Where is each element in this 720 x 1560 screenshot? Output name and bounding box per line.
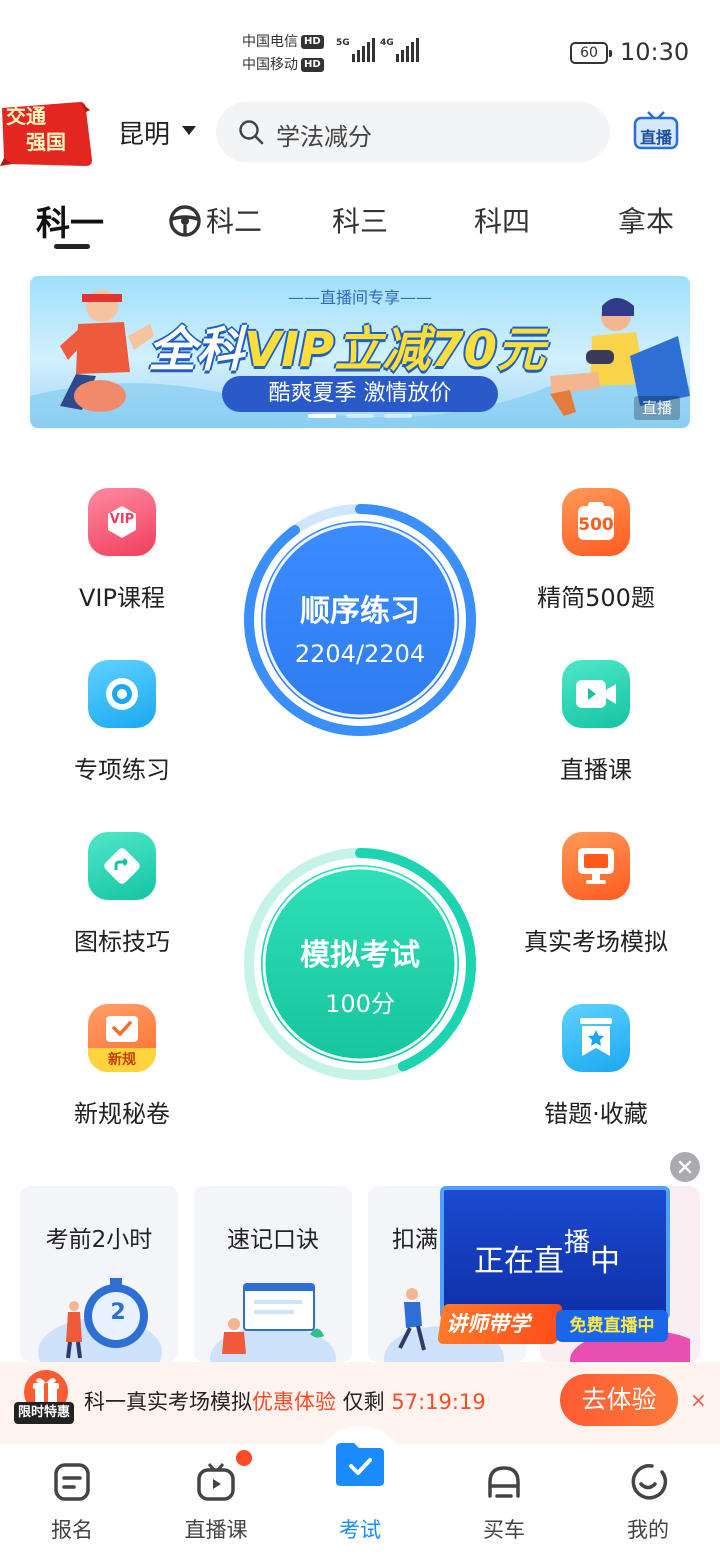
steering-wheel-icon	[169, 205, 201, 237]
nav-item-live-class[interactable]: 直播课	[144, 1444, 288, 1560]
live-class-entry[interactable]: 直播课	[496, 660, 696, 785]
signal-icon-4g: 4G	[380, 36, 419, 62]
tab-subject-2[interactable]: 科二	[206, 200, 262, 240]
card-title: 考前2小时	[45, 1227, 153, 1253]
folder-check-icon	[336, 1443, 384, 1486]
status-bar: 中国电信 HD 中国移动 HD 5G 4G 60 10:30	[0, 0, 720, 100]
close-icon	[678, 1160, 692, 1174]
mock-exam-button[interactable]: 模拟考试 100分	[244, 848, 476, 1080]
tab-subject-4[interactable]: 科四	[474, 200, 530, 240]
promo-banner[interactable]: ——直播间专享—— 全科VIP立减70元 酷爽夏季 激情放价 直播	[30, 276, 690, 428]
smiley-icon	[631, 1464, 668, 1500]
bookmark-star-icon	[562, 1004, 630, 1072]
real-exam-sim-entry[interactable]: 真实考场模拟	[496, 832, 696, 957]
card-2-hours-before-exam[interactable]: 考前2小时 2	[20, 1186, 178, 1362]
notification-dot	[236, 1450, 252, 1466]
special-practice-label: 专项练习	[74, 756, 170, 784]
clock: 10:30	[620, 38, 690, 66]
new-rules-exam-label: 新规秘卷	[74, 1100, 170, 1128]
live-class-label: 直播课	[560, 756, 632, 784]
active-tab-indicator	[54, 244, 90, 249]
practice-title: 顺序练习	[300, 594, 420, 629]
promo-close-icon[interactable]: ×	[690, 1388, 707, 1412]
car-icon	[488, 1466, 520, 1498]
nav-label: 我的	[627, 1518, 669, 1542]
banner-headline: 全科VIP立减70元	[148, 322, 546, 378]
card-title: 速记口诀	[227, 1227, 319, 1253]
banner-pager	[308, 414, 412, 418]
badge-line-1: 交通	[6, 104, 46, 128]
new-rules-exam-entry[interactable]: 新规 新规秘卷	[22, 1004, 222, 1129]
traffic-power-badge[interactable]: 交通 强国	[0, 100, 94, 168]
mistakes-favorites-entry[interactable]: 错题·收藏	[496, 1004, 696, 1129]
tab-subject-1[interactable]: 科一	[36, 196, 104, 245]
document-icon	[54, 1463, 90, 1501]
nav-label: 直播课	[184, 1518, 248, 1542]
live-teacher-tag: 讲师带学	[446, 1312, 530, 1336]
live-label: 直播	[639, 128, 672, 147]
icon-tips-entry[interactable]: 图标技巧	[22, 832, 222, 957]
search-box[interactable]: 学法减分	[216, 102, 610, 162]
banner-top-text: ——直播间专享——	[287, 288, 432, 307]
tab-subject-3[interactable]: 科三	[332, 200, 388, 240]
nav-label: 考试	[339, 1518, 381, 1542]
limited-offer-badge: 限时特惠	[14, 1402, 74, 1424]
simplified-500-label: 精简500题	[537, 584, 655, 612]
stopwatch-icon	[38, 1278, 162, 1362]
carrier-1: 中国电信 HD	[242, 31, 324, 53]
vip-icon: VIP	[88, 488, 156, 556]
nav-item-buy-car[interactable]: 买车	[432, 1444, 576, 1560]
special-practice-entry[interactable]: 专项练习	[22, 660, 222, 785]
study-illustration-icon	[210, 1283, 336, 1362]
vip-course-label: VIP课程	[79, 584, 165, 612]
nav-item-exam[interactable]: 考试	[288, 1426, 432, 1560]
simplified-500-entry[interactable]: 500 精简500题	[496, 488, 696, 613]
caret-down-icon[interactable]	[182, 126, 196, 135]
free-live-tag: 免费直播中	[556, 1310, 668, 1342]
nav-item-me[interactable]: 我的	[576, 1444, 720, 1560]
exam-title: 模拟考试	[300, 938, 420, 973]
exam-score: 100分	[325, 990, 395, 1018]
vip-course-entry[interactable]: VIP VIP课程	[22, 488, 222, 613]
battery-icon: 60	[570, 42, 612, 64]
target-icon	[88, 660, 156, 728]
promo-text: 科一真实考场模拟优惠体验 仅剩 57:19:19	[84, 1390, 486, 1414]
search-input[interactable]: 学法减分	[276, 117, 372, 152]
tab-get-license[interactable]: 拿本	[618, 200, 674, 240]
try-now-button[interactable]: 去体验	[560, 1374, 678, 1426]
signal-icon-5g: 5G	[336, 36, 375, 62]
card-memory-formulas[interactable]: 速记口诀	[194, 1186, 352, 1362]
nav-item-register[interactable]: 报名	[0, 1444, 144, 1560]
live-now-popup[interactable]: 正在直播中 讲师带学 免费直播中	[437, 1186, 670, 1350]
nav-label: 报名	[51, 1518, 93, 1542]
mistakes-favorites-label: 错题·收藏	[544, 1100, 648, 1128]
live-now-text: 正在直播中	[474, 1228, 621, 1279]
popup-close-button[interactable]	[670, 1152, 700, 1182]
practice-progress: 2204/2204	[294, 640, 426, 668]
monitor-icon	[562, 832, 630, 900]
carrier-2: 中国移动 HD	[242, 54, 324, 76]
500-questions-icon: 500	[562, 488, 630, 556]
countdown-timer: 57:19:19	[391, 1390, 486, 1414]
sequential-practice-button[interactable]: 顺序练习 2204/2204	[244, 504, 476, 736]
badge-line-2: 强国	[26, 130, 66, 154]
banner-live-tag: 直播	[634, 396, 680, 420]
video-camera-icon	[562, 660, 630, 728]
bottom-nav: 报名 直播课 考试 买车 我的	[0, 1426, 720, 1560]
nav-label: 买车	[483, 1518, 525, 1542]
banner-subtitle: 酷爽夏季 激情放价	[222, 376, 498, 412]
tv-play-icon	[197, 1463, 235, 1501]
search-icon	[239, 120, 264, 145]
city-selector[interactable]: 昆明	[118, 114, 170, 151]
stopwatch-number: 2	[110, 1300, 126, 1325]
real-exam-sim-label: 真实考场模拟	[524, 928, 668, 956]
road-sign-icon	[88, 832, 156, 900]
checklist-icon: 新规	[88, 1004, 156, 1072]
live-tv-button[interactable]: 直播	[632, 110, 680, 152]
icon-tips-label: 图标技巧	[74, 928, 170, 956]
